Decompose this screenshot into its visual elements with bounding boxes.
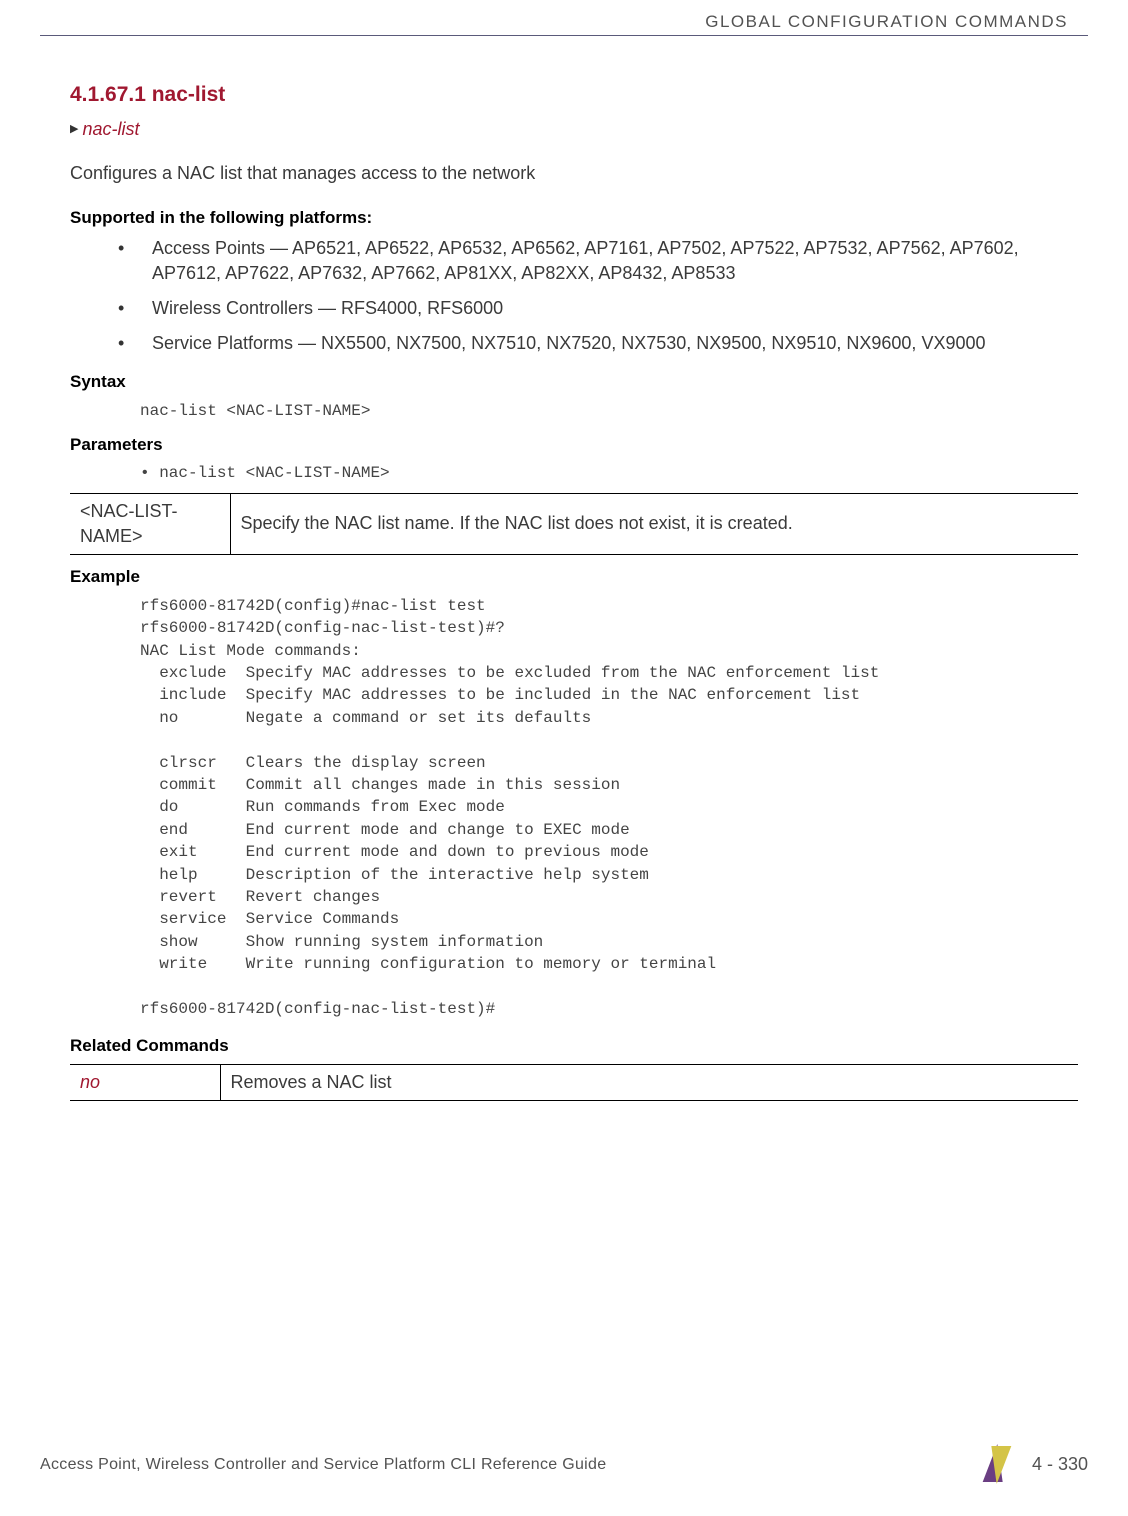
- syntax-heading: Syntax: [70, 370, 1078, 394]
- page-number: 4 - 330: [1032, 1452, 1088, 1477]
- syntax-code: nac-list <NAC-LIST-NAME>: [140, 400, 1078, 422]
- list-item: Service Platforms — NX5500, NX7500, NX75…: [118, 331, 1078, 356]
- page-content: 4.1.67.1 nac-list ▶ nac-list Configures …: [70, 80, 1078, 1111]
- list-item: Wireless Controllers — RFS4000, RFS6000: [118, 296, 1078, 321]
- example-heading: Example: [70, 565, 1078, 589]
- related-cmd-cell[interactable]: no: [70, 1065, 220, 1101]
- supported-heading: Supported in the following platforms:: [70, 206, 1078, 230]
- example-code: rfs6000-81742D(config)#nac-list test rfs…: [140, 595, 1078, 1020]
- table-row: no Removes a NAC list: [70, 1065, 1078, 1101]
- param-name-cell: <NAC-LIST-NAME>: [70, 493, 230, 554]
- related-commands-table: no Removes a NAC list: [70, 1064, 1078, 1101]
- table-row: <NAC-LIST-NAME> Specify the NAC list nam…: [70, 493, 1078, 554]
- parameters-heading: Parameters: [70, 433, 1078, 457]
- breadcrumb-nav: ▶ nac-list: [70, 117, 1078, 142]
- supported-platforms-list: Access Points — AP6521, AP6522, AP6532, …: [118, 236, 1078, 357]
- footer-guide-title: Access Point, Wireless Controller and Se…: [40, 1454, 606, 1476]
- nav-link-text[interactable]: nac-list: [82, 117, 139, 142]
- intro-text: Configures a NAC list that manages acces…: [70, 161, 1078, 186]
- related-desc-cell: Removes a NAC list: [220, 1065, 1078, 1101]
- header-rule: [40, 35, 1088, 36]
- param-desc-cell: Specify the NAC list name. If the NAC li…: [230, 493, 1078, 554]
- doc-section-header: GLOBAL CONFIGURATION COMMANDS: [705, 10, 1068, 34]
- parameters-bullet: • nac-list <NAC-LIST-NAME>: [140, 462, 1078, 484]
- page-footer: Access Point, Wireless Controller and Se…: [40, 1444, 1088, 1486]
- section-title: 4.1.67.1 nac-list: [70, 80, 1078, 109]
- brand-logo-icon: [976, 1444, 1018, 1486]
- related-heading: Related Commands: [70, 1034, 1078, 1058]
- footer-right-group: 4 - 330: [976, 1444, 1088, 1486]
- nav-arrow-icon: ▶: [70, 122, 78, 137]
- parameters-table: <NAC-LIST-NAME> Specify the NAC list nam…: [70, 493, 1078, 555]
- list-item: Access Points — AP6521, AP6522, AP6532, …: [118, 236, 1078, 286]
